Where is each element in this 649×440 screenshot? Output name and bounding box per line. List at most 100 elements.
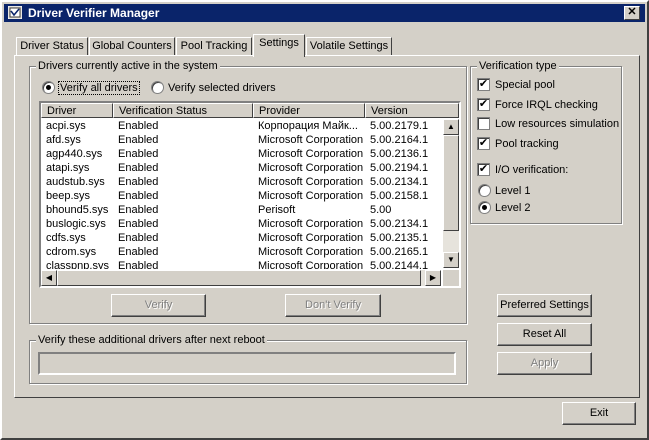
driver-name-cell: cdrom.sys — [46, 246, 97, 258]
driver-list[interactable]: Driver Verification Status Provider Vers… — [39, 101, 461, 288]
scroll-down-icon[interactable]: ▼ — [443, 252, 459, 268]
vertical-scroll-thumb[interactable] — [443, 135, 459, 231]
version-cell: 5.00.2158.1 — [370, 190, 429, 202]
table-row[interactable]: atapi.sys Enabled Microsoft Corporation 5.0… — [41, 161, 441, 175]
force-irql-checkbox[interactable]: ✔ — [477, 98, 490, 111]
status-cell: Enabled — [118, 260, 159, 269]
dont-verify-button[interactable]: Don't Verify — [285, 294, 381, 317]
table-row[interactable]: bhound5.sys Enabled Perisoft 5.00 — [41, 203, 441, 217]
provider-cell: Microsoft Corporation — [258, 190, 364, 202]
additional-drivers-title: Verify these additional drivers after ne… — [36, 334, 267, 346]
driver-name-cell: audstub.sys — [46, 176, 105, 188]
column-provider[interactable]: Provider — [253, 103, 365, 118]
apply-button[interactable]: Apply — [497, 352, 592, 375]
driver-verifier-window: Driver Verifier Manager ✕ Driver Status … — [0, 0, 649, 440]
status-cell: Enabled — [118, 246, 159, 258]
scroll-left-icon[interactable]: ◀ — [41, 270, 57, 286]
title-bar[interactable]: Driver Verifier Manager ✕ — [4, 4, 645, 22]
column-verification-status[interactable]: Verification Status — [113, 103, 253, 118]
horizontal-scrollbar[interactable]: ◀ ▶ — [41, 270, 441, 286]
version-cell: 5.00 — [370, 204, 392, 216]
table-row[interactable]: cdrom.sys Enabled Microsoft Corporation 5.0… — [41, 245, 441, 259]
scroll-up-icon[interactable]: ▲ — [443, 119, 459, 135]
status-cell: Enabled — [118, 148, 159, 160]
tab-settings[interactable]: Settings — [253, 34, 305, 57]
tab-pool-tracking[interactable]: Pool Tracking — [176, 37, 252, 56]
provider-cell: Microsoft Corporation — [258, 176, 364, 188]
verify-all-label[interactable]: Verify all drivers — [58, 81, 140, 95]
version-cell: 5.00.2136.1 — [370, 148, 429, 160]
pool-tracking-checkbox[interactable]: ✔ — [477, 137, 490, 150]
table-row[interactable]: buslogic.sys Enabled Microsoft Corporation… — [41, 217, 441, 231]
io-verification-checkbox[interactable]: ✔ — [477, 163, 490, 176]
version-cell: 5.00.2194.1 — [370, 162, 429, 174]
driver-list-header: Driver Verification Status Provider Vers… — [41, 103, 459, 119]
verify-all-radio[interactable] — [42, 81, 55, 94]
status-cell: Enabled — [118, 162, 159, 174]
table-row[interactable]: agp440.sys Enabled Microsoft Corporation 5.… — [41, 147, 441, 161]
verify-selected-radio[interactable] — [151, 81, 164, 94]
low-resources-label[interactable]: Low resources simulation — [495, 118, 619, 130]
status-cell: Enabled — [118, 176, 159, 188]
pool-tracking-label[interactable]: Pool tracking — [495, 138, 559, 150]
level-1-label[interactable]: Level 1 — [495, 185, 530, 197]
provider-cell: Microsoft Corporation — [258, 162, 364, 174]
table-row[interactable]: acpi.sys Enabled Корпорация Майк... 5.00.21… — [41, 119, 441, 133]
table-row[interactable]: audstub.sys Enabled Microsoft Corporation 5… — [41, 175, 441, 189]
additional-drivers-input[interactable] — [38, 352, 456, 375]
low-resources-checkbox[interactable] — [477, 117, 490, 130]
status-cell: Enabled — [118, 134, 159, 146]
column-version[interactable]: Version — [365, 103, 459, 118]
driver-name-cell: atapi.sys — [46, 162, 90, 174]
exit-button[interactable]: Exit — [562, 402, 636, 425]
version-cell: 5.00.2165.1 — [370, 246, 429, 258]
driver-name-cell: acpi.sys — [46, 120, 86, 132]
scroll-right-icon[interactable]: ▶ — [425, 270, 441, 286]
special-pool-checkbox[interactable]: ✔ — [477, 78, 490, 91]
scroll-corner — [443, 270, 459, 286]
driver-name-cell: agp440.sys — [46, 148, 103, 160]
vertical-scrollbar[interactable]: ▲ ▼ — [443, 119, 459, 268]
version-cell: 5.00.2134.1 — [370, 176, 429, 188]
driver-name-cell: cdfs.sys — [46, 232, 86, 244]
reset-all-button[interactable]: Reset All — [497, 323, 592, 346]
version-cell: 5.00.2134.1 — [370, 218, 429, 230]
app-icon — [8, 6, 22, 19]
provider-cell: Microsoft Corporation — [258, 218, 364, 230]
close-button[interactable]: ✕ — [624, 6, 640, 20]
verify-selected-label[interactable]: Verify selected drivers — [168, 82, 276, 94]
provider-cell: Microsoft Corporation — [258, 134, 364, 146]
level-1-radio[interactable] — [478, 184, 491, 197]
table-row[interactable]: classpnp.sys Enabled Microsoft Corporation… — [41, 259, 441, 269]
special-pool-label[interactable]: Special pool — [495, 79, 555, 91]
level-2-radio[interactable] — [478, 201, 491, 214]
table-row[interactable]: beep.sys Enabled Microsoft Corporation 5.00… — [41, 189, 441, 203]
version-cell: 5.00.2164.1 — [370, 134, 429, 146]
verification-type-title: Verification type — [477, 60, 559, 72]
preferred-settings-button[interactable]: Preferred Settings — [497, 294, 592, 317]
column-driver[interactable]: Driver — [41, 103, 113, 118]
tab-global-counters[interactable]: Global Counters — [89, 37, 175, 56]
table-row[interactable]: cdfs.sys Enabled Microsoft Corporation 5.00… — [41, 231, 441, 245]
horizontal-scroll-thumb[interactable] — [57, 270, 421, 286]
io-verification-label[interactable]: I/O verification: — [495, 164, 568, 176]
status-cell: Enabled — [118, 232, 159, 244]
tab-volatile-settings[interactable]: Volatile Settings — [306, 37, 392, 56]
status-cell: Enabled — [118, 120, 159, 132]
provider-cell: Microsoft Corporation — [258, 232, 364, 244]
driver-name-cell: afd.sys — [46, 134, 81, 146]
verify-button[interactable]: Verify — [111, 294, 206, 317]
driver-name-cell: classpnp.sys — [46, 260, 109, 269]
version-cell: 5.00.2179.1 — [370, 120, 429, 132]
status-cell: Enabled — [118, 218, 159, 230]
level-2-label[interactable]: Level 2 — [495, 202, 530, 214]
table-row[interactable]: afd.sys Enabled Microsoft Corporation 5.00.… — [41, 133, 441, 147]
drivers-group-title: Drivers currently active in the system — [36, 60, 220, 72]
provider-cell: Microsoft Corporation — [258, 260, 364, 269]
version-cell: 5.00.2144.1 — [370, 260, 429, 269]
force-irql-label[interactable]: Force IRQL checking — [495, 99, 598, 111]
tab-driver-status[interactable]: Driver Status — [16, 37, 88, 56]
provider-cell: Microsoft Corporation — [258, 148, 364, 160]
driver-list-rows: acpi.sys Enabled Корпорация Майк... 5.00.21… — [41, 119, 441, 269]
driver-name-cell: beep.sys — [46, 190, 91, 202]
